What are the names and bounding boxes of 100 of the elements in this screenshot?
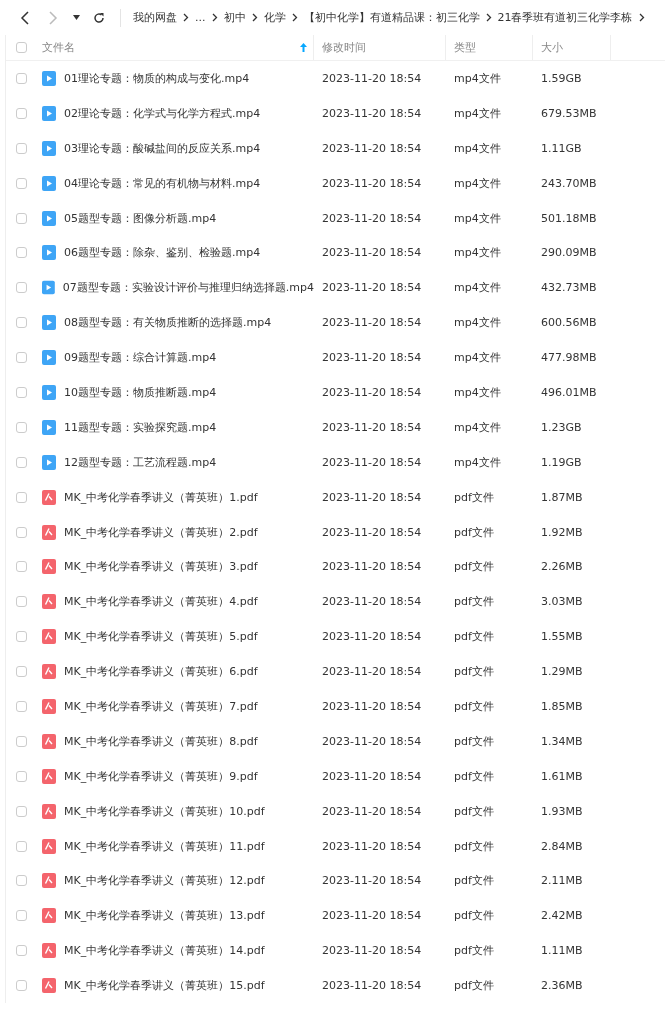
checkbox[interactable]	[16, 945, 27, 957]
chevron-icon	[485, 13, 492, 22]
file-name[interactable]: MK_中考化学春季讲义（菁英班）6.pdf	[64, 664, 258, 680]
file-name[interactable]: 04理论专题：常见的有机物与材料.mp4	[64, 175, 261, 191]
checkbox[interactable]	[16, 352, 27, 364]
checkbox[interactable]	[16, 700, 27, 712]
chevron-icon	[251, 13, 258, 22]
column-header[interactable]: 类型	[446, 35, 533, 60]
file-name[interactable]: MK_中考化学春季讲义（菁英班）3.pdf	[64, 559, 258, 575]
file-name[interactable]: 12题型专题：工艺流程题.mp4	[64, 454, 217, 470]
file-name[interactable]: MK_中考化学春季讲义（菁英班）15.pdf	[64, 978, 265, 994]
pdf-file-icon	[42, 594, 56, 610]
checkbox[interactable]	[16, 142, 27, 154]
file-size: 1.29MB	[540, 665, 584, 679]
checkbox[interactable]	[16, 72, 27, 84]
breadcrumb[interactable]: ...	[195, 11, 206, 24]
modified-time: 2023-11-20 18:54	[321, 351, 423, 365]
checkbox[interactable]	[16, 212, 27, 224]
breadcrumb[interactable]: 我的网盘	[133, 10, 177, 25]
pdf-file-icon	[42, 803, 56, 819]
checkbox[interactable]	[16, 805, 27, 817]
refresh-icon[interactable]	[93, 11, 105, 24]
column-header[interactable]: 大小	[533, 35, 611, 60]
breadcrumb[interactable]: 初中	[223, 10, 246, 25]
file-name[interactable]: MK_中考化学春季讲义（菁英班）5.pdf	[64, 629, 258, 645]
checkbox[interactable]	[16, 840, 27, 852]
file-name[interactable]: MK_中考化学春季讲义（菁英班）10.pdf	[64, 803, 265, 819]
checkbox[interactable]	[16, 980, 27, 992]
file-name[interactable]: 01理论专题：物质的构成与变化.mp4	[64, 70, 250, 86]
file-name[interactable]: 02理论专题：化学式与化学方程式.mp4	[64, 105, 261, 121]
checkbox[interactable]	[16, 770, 27, 782]
checkbox[interactable]	[16, 177, 27, 189]
file-type: pdf文件	[453, 838, 495, 854]
pdf-file-icon	[42, 664, 56, 680]
checkbox[interactable]	[16, 107, 27, 119]
file-name[interactable]: MK_中考化学春季讲义（菁英班）4.pdf	[64, 594, 258, 610]
file-name[interactable]: MK_中考化学春季讲义（菁英班）1.pdf	[64, 489, 258, 505]
file-name[interactable]: 07题型专题：实验设计评价与推理归纳选择题.mp4	[62, 280, 314, 296]
file-type: pdf文件	[453, 803, 495, 819]
file-name[interactable]: MK_中考化学春季讲义（菁英班）14.pdf	[64, 943, 265, 959]
file-name[interactable]: MK_中考化学春季讲义（菁英班）12.pdf	[64, 873, 265, 889]
pdf-file-icon	[42, 768, 56, 784]
file-name[interactable]: MK_中考化学春季讲义（菁英班）11.pdf	[64, 838, 265, 854]
checkbox[interactable]	[16, 666, 27, 678]
video-file-icon	[42, 315, 56, 331]
file-name[interactable]: MK_中考化学春季讲义（菁英班）2.pdf	[64, 524, 258, 540]
breadcrumb[interactable]: 【初中化学】有道精品课：初三化学	[303, 10, 480, 25]
file-name[interactable]: MK_中考化学春季讲义（菁英班）8.pdf	[64, 733, 258, 749]
file-size: 3.03MB	[540, 595, 584, 609]
file-name[interactable]: MK_中考化学春季讲义（菁英班）9.pdf	[64, 768, 258, 784]
file-type: mp4文件	[453, 454, 502, 470]
checkbox[interactable]	[16, 596, 27, 608]
file-size: 477.98MB	[540, 351, 598, 365]
file-name[interactable]: 03理论专题：酸碱盐间的反应关系.mp4	[64, 140, 261, 156]
modified-time: 2023-11-20 18:54	[321, 246, 423, 260]
caret-icon[interactable]	[72, 15, 80, 20]
checkbox[interactable]	[16, 910, 27, 922]
file-name[interactable]: 05题型专题：图像分析题.mp4	[64, 210, 217, 226]
file-name[interactable]: MK_中考化学春季讲义（菁英班）7.pdf	[64, 698, 258, 714]
breadcrumb[interactable]: 21春季班有道初三化学李栋	[497, 10, 633, 25]
file-name[interactable]: MK_中考化学春季讲义（菁英班）13.pdf	[64, 908, 265, 924]
checkbox[interactable]	[16, 456, 27, 468]
file-name[interactable]: 11题型专题：实验探究题.mp4	[64, 419, 217, 435]
video-file-icon	[42, 350, 56, 366]
file-size: 501.18MB	[540, 211, 598, 225]
checkbox[interactable]	[16, 282, 27, 294]
chevron-icon	[638, 13, 645, 22]
column-header[interactable]: 修改时间	[314, 35, 446, 60]
file-size: 1.59GB	[540, 71, 583, 85]
file-size: 1.61MB	[540, 769, 584, 783]
checkbox[interactable]	[16, 631, 27, 643]
file-type: pdf文件	[453, 768, 495, 784]
sort-arrow-icon[interactable]	[300, 43, 307, 52]
modified-time: 2023-11-20 18:54	[321, 839, 423, 853]
pdf-file-icon	[42, 943, 56, 959]
file-size: 1.11MB	[540, 944, 584, 958]
checkbox[interactable]	[16, 526, 27, 538]
file-type: pdf文件	[453, 978, 495, 994]
column-header[interactable]: 文件名	[42, 35, 314, 60]
file-size: 432.73MB	[540, 281, 598, 295]
pdf-file-icon	[42, 908, 56, 924]
checkbox[interactable]	[16, 735, 27, 747]
checkbox[interactable]	[16, 421, 27, 433]
checkbox[interactable]	[16, 491, 27, 503]
file-type: mp4文件	[453, 280, 502, 296]
file-name[interactable]: 10题型专题：物质推断题.mp4	[64, 384, 217, 400]
file-name[interactable]: 06题型专题：除杂、鉴别、检验题.mp4	[64, 245, 261, 261]
checkbox[interactable]	[16, 386, 27, 398]
checkbox[interactable]	[16, 42, 27, 53]
checkbox[interactable]	[16, 875, 27, 887]
checkbox[interactable]	[16, 247, 27, 259]
breadcrumb[interactable]: 化学	[263, 10, 286, 25]
file-size: 1.19GB	[540, 455, 583, 469]
pdf-file-icon	[42, 629, 56, 645]
file-type: pdf文件	[453, 489, 495, 505]
file-name[interactable]: 09题型专题：综合计算题.mp4	[64, 350, 217, 366]
file-type: pdf文件	[453, 664, 495, 680]
file-name[interactable]: 08题型专题：有关物质推断的选择题.mp4	[64, 315, 272, 331]
checkbox[interactable]	[16, 317, 27, 329]
checkbox[interactable]	[16, 561, 27, 573]
